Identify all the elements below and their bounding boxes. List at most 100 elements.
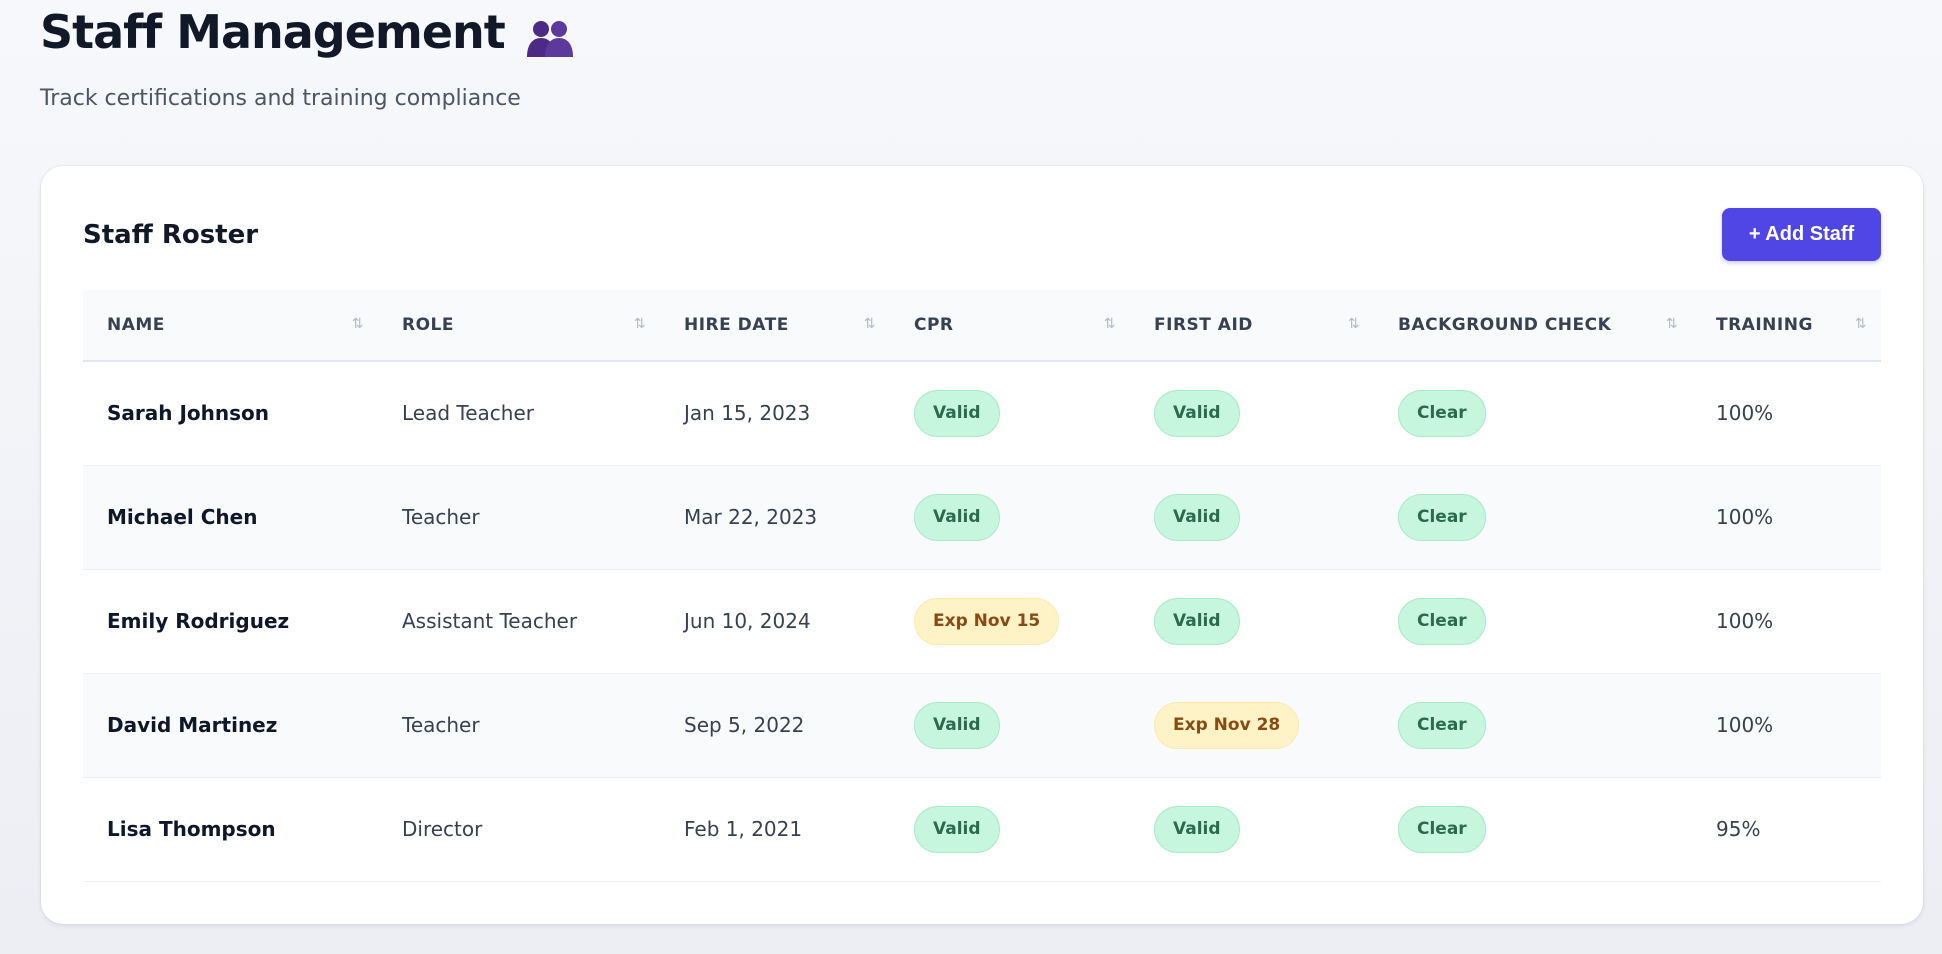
background-check-badge: Clear — [1398, 493, 1486, 541]
table-cell: 95% — [1692, 777, 1881, 882]
table-cell: Feb 1, 2021 — [660, 777, 890, 882]
column-header-label: BACKGROUND CHECK — [1398, 315, 1612, 335]
page-title: Staff Management — [40, 2, 575, 62]
staff-name: Emily Rodriguez — [107, 609, 290, 633]
table-cell: Sep 5, 2022 — [660, 673, 890, 778]
staff-role: Lead Teacher — [402, 401, 534, 426]
hire-date: Mar 22, 2023 — [684, 505, 818, 529]
table-cell: Clear — [1374, 777, 1692, 882]
hire-date: Jan 15, 2023 — [684, 401, 811, 426]
table-cell: Assistant Teacher — [378, 569, 660, 674]
column-header-cpr[interactable]: CPR ⇅ — [890, 290, 1130, 362]
cpr-status-badge: Exp Nov 15 — [914, 597, 1060, 645]
column-header-first-aid[interactable]: FIRST AID ⇅ — [1130, 290, 1374, 362]
cpr-status-badge: Valid — [914, 389, 1000, 437]
column-header-label: FIRST AID — [1154, 315, 1253, 335]
staff-name: Lisa Thompson — [107, 817, 276, 841]
staff-role: Assistant Teacher — [402, 609, 578, 633]
staff-table: NAME ⇅ ROLE ⇅ HIRE DATE ⇅ CPR ⇅ FIRST AID ⇅ BACKGR… — [83, 290, 1881, 882]
table-row[interactable]: Michael Chen Teacher Mar 22, 2023 Valid Vali… — [83, 465, 1881, 570]
column-header-training[interactable]: TRAINING ⇅ — [1692, 290, 1881, 362]
sort-icon[interactable]: ⇅ — [864, 316, 876, 332]
add-staff-button[interactable]: + Add Staff — [1722, 208, 1881, 261]
table-cell: Clear — [1374, 673, 1692, 778]
table-cell: Valid — [890, 777, 1130, 882]
staff-roster-card: Staff Roster + Add Staff NAME ⇅ ROLE ⇅ HIRE … — [41, 166, 1923, 924]
table-cell: Valid — [1130, 569, 1374, 674]
table-cell: Exp Nov 15 — [890, 569, 1130, 674]
column-header-background-check[interactable]: BACKGROUND CHECK ⇅ — [1374, 290, 1692, 362]
table-row[interactable]: Sarah Johnson Lead Teacher Jan 15, 2023 Val… — [83, 361, 1881, 466]
table-row[interactable]: Emily Rodriguez Assistant Teacher Jun 10, … — [83, 569, 1881, 674]
table-cell: Valid — [890, 465, 1130, 570]
training-percent: 100% — [1716, 713, 1774, 737]
training-percent: 95% — [1716, 817, 1761, 841]
table-cell: Teacher — [378, 465, 660, 570]
background-check-badge: Clear — [1398, 389, 1486, 437]
table-cell: Lead Teacher — [378, 361, 660, 466]
staff-name: David Martinez — [107, 713, 278, 737]
background-check-badge: Clear — [1398, 701, 1486, 749]
table-cell: Clear — [1374, 361, 1692, 466]
table-cell: 100% — [1692, 361, 1881, 466]
cpr-status-badge: Valid — [914, 701, 1000, 749]
first-aid-status-badge: Valid — [1154, 805, 1240, 853]
cpr-status-badge: Valid — [914, 493, 1000, 541]
table-cell: Lisa Thompson — [83, 777, 378, 882]
table-cell: Mar 22, 2023 — [660, 465, 890, 570]
table-cell: Exp Nov 28 — [1130, 673, 1374, 778]
column-header-name[interactable]: NAME ⇅ — [83, 290, 378, 362]
first-aid-status-badge: Valid — [1154, 389, 1240, 437]
table-cell: Emily Rodriguez — [83, 569, 378, 674]
table-body: Sarah Johnson Lead Teacher Jan 15, 2023 Val… — [83, 361, 1881, 882]
table-cell: Valid — [890, 673, 1130, 778]
column-header-hire-date[interactable]: HIRE DATE ⇅ — [660, 290, 890, 362]
table-cell: Michael Chen — [83, 465, 378, 570]
cpr-status-badge: Valid — [914, 805, 1000, 853]
table-cell: Director — [378, 777, 660, 882]
column-header-role[interactable]: ROLE ⇅ — [378, 290, 660, 362]
training-percent: 100% — [1716, 609, 1774, 633]
sort-icon[interactable]: ⇅ — [352, 316, 364, 332]
page-subtitle: Track certifications and training compli… — [40, 86, 521, 111]
first-aid-status-badge: Valid — [1154, 493, 1240, 541]
staff-name: Michael Chen — [107, 505, 258, 529]
people-icon — [525, 13, 575, 57]
column-header-label: ROLE — [402, 315, 454, 335]
sort-icon[interactable]: ⇅ — [1348, 316, 1360, 332]
page-title-text: Staff Management — [40, 5, 506, 59]
sort-icon[interactable]: ⇅ — [634, 316, 646, 332]
table-cell: Teacher — [378, 673, 660, 778]
table-row[interactable]: David Martinez Teacher Sep 5, 2022 Valid Exp… — [83, 673, 1881, 778]
staff-role: Director — [402, 817, 483, 841]
table-row[interactable]: Lisa Thompson Director Feb 1, 2021 Valid Val… — [83, 777, 1881, 882]
training-percent: 100% — [1716, 505, 1774, 529]
table-cell: Jun 10, 2024 — [660, 569, 890, 674]
column-header-label: TRAINING — [1716, 315, 1813, 335]
staff-name: Sarah Johnson — [107, 401, 270, 426]
first-aid-status-badge: Valid — [1154, 597, 1240, 645]
table-cell: Valid — [1130, 465, 1374, 570]
sort-icon[interactable]: ⇅ — [1666, 316, 1678, 332]
column-header-label: NAME — [107, 315, 165, 335]
table-header-row: NAME ⇅ ROLE ⇅ HIRE DATE ⇅ CPR ⇅ FIRST AID ⇅ BACKGR… — [83, 290, 1881, 362]
column-header-label: HIRE DATE — [684, 315, 789, 335]
table-cell: Valid — [890, 361, 1130, 466]
table-cell: Valid — [1130, 361, 1374, 466]
hire-date: Jun 10, 2024 — [684, 609, 811, 633]
training-percent: 100% — [1716, 401, 1774, 426]
page: Staff Management Track certifications an… — [0, 0, 1942, 954]
background-check-badge: Clear — [1398, 597, 1486, 645]
table-cell: David Martinez — [83, 673, 378, 778]
sort-icon[interactable]: ⇅ — [1104, 316, 1116, 332]
table-cell: 100% — [1692, 673, 1881, 778]
table-cell: Valid — [1130, 777, 1374, 882]
table-cell: Clear — [1374, 465, 1692, 570]
background-check-badge: Clear — [1398, 805, 1486, 853]
first-aid-status-badge: Exp Nov 28 — [1154, 701, 1300, 749]
column-header-label: CPR — [914, 315, 954, 335]
table-cell: 100% — [1692, 465, 1881, 570]
sort-icon[interactable]: ⇅ — [1855, 316, 1867, 332]
table-cell: Sarah Johnson — [83, 361, 378, 466]
table-cell: Jan 15, 2023 — [660, 361, 890, 466]
